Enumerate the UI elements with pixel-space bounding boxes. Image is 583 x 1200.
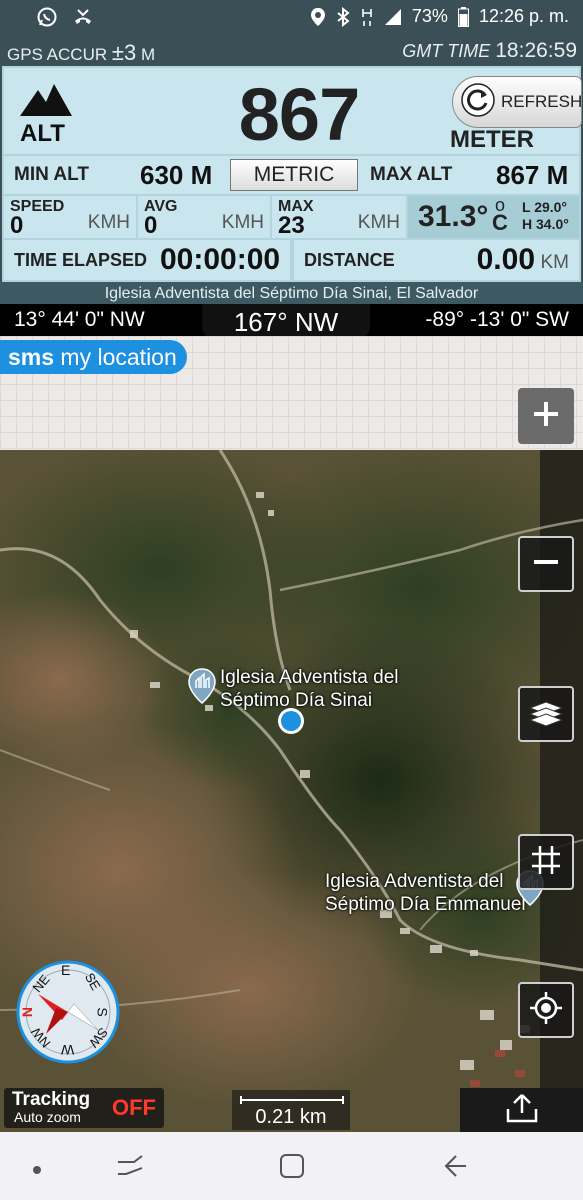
scale-bar [240, 1096, 344, 1104]
compass-bar: 13° 44' 0" NW 167° NW -89° -13' 0" SW [0, 304, 583, 340]
avg-speed-cell: AVG 0 KMH [138, 196, 270, 239]
gmt-time: GMT TIME 18:26:59 [402, 39, 577, 62]
longitude-readout: -89° -13' 0" SW [425, 308, 569, 331]
recents-icon[interactable] [116, 1154, 144, 1185]
clock: 12:26 p. m. [478, 6, 569, 26]
max-alt-label: MAX ALT [370, 164, 453, 185]
min-alt-value: 630 M [140, 160, 213, 190]
data-signal-icon [360, 7, 374, 27]
grid-icon [529, 843, 563, 882]
distance-label: DISTANCE [304, 250, 395, 270]
zoom-in-button[interactable] [518, 388, 574, 444]
scale-text: 0.21 km [255, 1106, 327, 1128]
min-alt-label: MIN ALT [14, 164, 89, 185]
altitude-unit: METER [450, 126, 534, 153]
speed-unit: KMH [87, 212, 130, 233]
share-icon [505, 1093, 539, 1128]
heading-readout: 167° NW [202, 304, 370, 340]
battery-icon [457, 6, 469, 27]
altitude-label: ALT [20, 120, 65, 147]
compass-rose: E SE S SW W NW N NE [16, 960, 120, 1064]
place-label-sinai: Iglesia Adventista del Séptimo Día Sinai [220, 667, 399, 711]
layers-button[interactable] [518, 686, 574, 742]
location-name: Iglesia Adventista del Séptimo Día Sinai… [0, 282, 583, 306]
crosshair-icon [528, 990, 564, 1031]
max-speed-cell: MAX 23 KMH [272, 196, 406, 239]
info-panel: ALT 867 REFRESH METER MIN ALT 630 M METR… [2, 66, 582, 282]
compass-letter-n: N [19, 1006, 36, 1018]
max-speed-value: 23 [278, 212, 305, 239]
tracking-state: OFF [112, 1095, 156, 1120]
minus-icon [530, 546, 562, 583]
temperature-range: L 29.0° H 34.0° [522, 199, 569, 232]
time-elapsed-value: 00:00:00 [160, 243, 281, 276]
layers-icon [526, 692, 566, 737]
avg-value: 0 [144, 212, 158, 239]
home-icon[interactable] [278, 1152, 306, 1185]
sms-location-button[interactable]: sms my location [0, 340, 187, 374]
time-elapsed-label: TIME ELAPSED [14, 250, 148, 270]
latitude-readout: 13° 44' 0" NW [14, 308, 145, 331]
satellite-map[interactable]: Iglesia Adventista del Séptimo Día Sinai … [0, 450, 583, 1132]
altitude-value: 867 [238, 73, 360, 156]
place-label-emmanuel: Iglesia Adventista del Séptimo Día Emmanu… [325, 871, 526, 915]
temperature-cell: 31.3° oC L 29.0° H 34.0° [408, 196, 579, 238]
metric-button[interactable]: METRIC [230, 159, 358, 191]
battery-text: 73% [411, 6, 448, 26]
compass-letter-w: W [61, 1042, 75, 1058]
current-location-icon [276, 706, 306, 741]
refresh-label: REFRESH [501, 92, 583, 111]
refresh-icon [461, 82, 495, 122]
gps-row: GPS ACCUR ±3 M GMT TIME 18:26:59 [0, 36, 583, 66]
tracking-label: Tracking [12, 1089, 91, 1110]
avg-unit: KMH [221, 212, 264, 233]
refresh-button[interactable]: REFRESH [452, 76, 582, 128]
distance-unit: KM [540, 252, 570, 273]
distance-value: 0.00 [476, 243, 535, 276]
missed-call-icon [72, 6, 94, 28]
grid-button[interactable] [518, 834, 574, 890]
back-icon[interactable] [440, 1152, 468, 1185]
zoom-out-button[interactable] [518, 536, 574, 592]
gps-accuracy: GPS ACCUR ±3 M [7, 40, 156, 65]
compass-letter-s: S [94, 1007, 111, 1017]
church-marker-icon[interactable] [188, 668, 216, 709]
share-button[interactable] [460, 1088, 583, 1132]
my-location-button[interactable] [518, 982, 574, 1038]
temperature-value: 31.3° [418, 200, 489, 233]
location-icon [310, 7, 326, 27]
minmax-cell: MIN ALT 630 M METRIC MAX ALT 867 M [4, 156, 579, 194]
speed-value: 0 [10, 212, 24, 239]
altitude-cell: ALT 867 REFRESH METER [4, 68, 582, 156]
max-speed-unit: KMH [357, 212, 400, 233]
android-nav-bar [0, 1132, 583, 1200]
bluetooth-icon [336, 6, 350, 27]
whatsapp-icon [36, 6, 58, 28]
max-alt-value: 867 M [496, 160, 569, 190]
plus-icon [530, 398, 562, 435]
speed-cell: SPEED 0 KMH [4, 196, 136, 239]
tracking-toggle[interactable]: Tracking Auto zoom OFF [4, 1088, 164, 1128]
distance-cell: DISTANCE 0.00 KM [294, 240, 579, 280]
status-bar: 73% 12:26 p. m. [0, 0, 583, 36]
time-elapsed-cell: TIME ELAPSED 00:00:00 [4, 240, 290, 280]
cell-signal-icon [384, 8, 402, 26]
compass-letter-e: E [61, 962, 71, 978]
temperature-unit: oC [492, 195, 508, 235]
map-scale: 0.21 km [232, 1090, 350, 1130]
mountain-icon [20, 84, 72, 121]
dot-icon[interactable] [32, 1162, 42, 1180]
autozoom-label: Auto zoom [14, 1109, 81, 1125]
